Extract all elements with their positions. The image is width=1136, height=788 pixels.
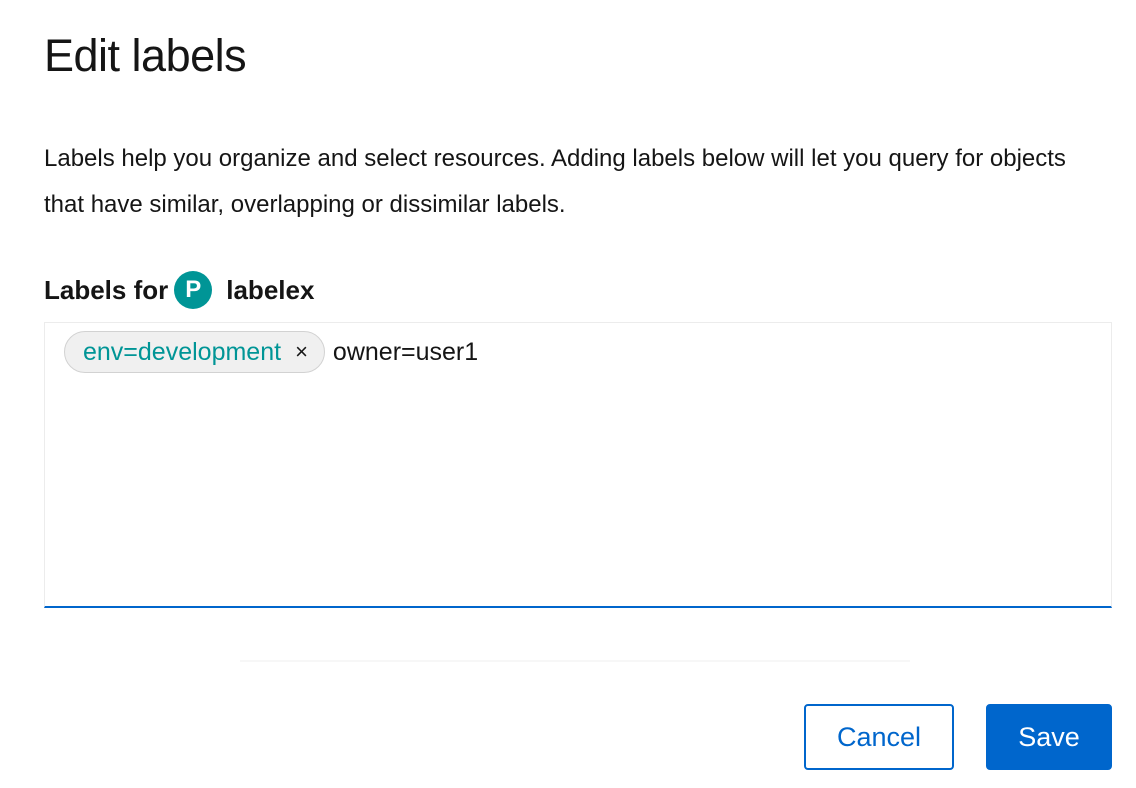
label-tag-text: env=development <box>83 337 282 366</box>
label-tag: env=development × <box>64 331 325 373</box>
modal-description: Labels help you organize and select reso… <box>44 145 1066 218</box>
labels-for-heading: Labels for P labelex <box>44 270 314 310</box>
labels-for-label: Labels for <box>44 274 169 305</box>
new-label-text-input[interactable] <box>332 337 633 367</box>
project-badge-icon: P <box>174 271 213 309</box>
cancel-button[interactable]: Cancel <box>804 704 954 770</box>
resource-name: labelex <box>226 274 315 305</box>
tags-row: env=development × <box>64 331 633 373</box>
save-button[interactable]: Save <box>986 704 1112 770</box>
modal-title: Edit labels <box>44 30 247 81</box>
footer-divider <box>240 660 910 662</box>
remove-tag-close-icon[interactable]: × <box>295 341 308 363</box>
edit-labels-modal: Edit labels Labels help you organize and… <box>0 0 1136 788</box>
labels-input-field[interactable]: env=development × <box>44 322 1112 608</box>
